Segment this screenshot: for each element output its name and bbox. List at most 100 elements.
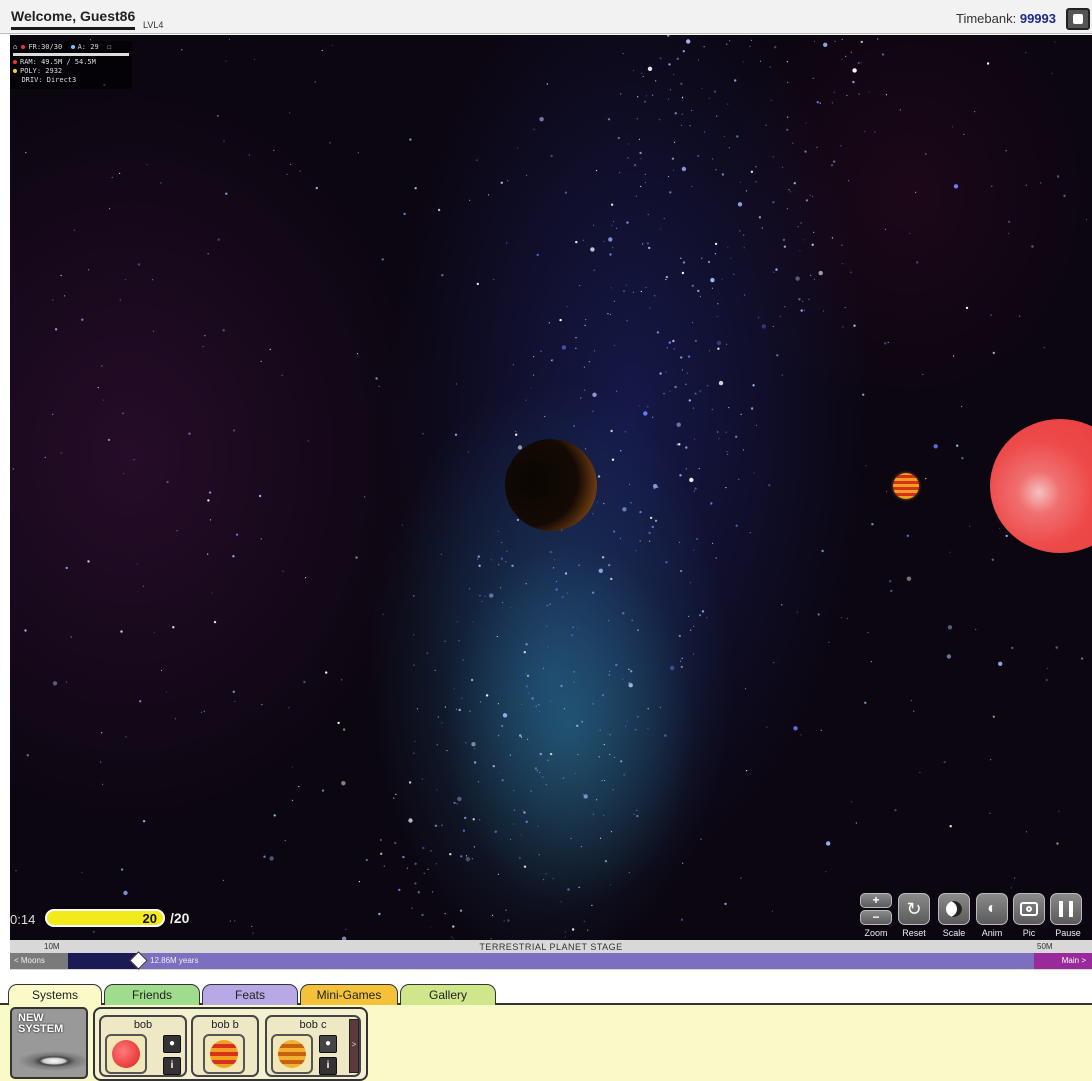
tab-mini-games[interactable]: Mini-Games [300,984,398,1005]
new-system-button[interactable]: NEW SYSTEM [10,1007,88,1079]
zoom-in-button[interactable]: + [860,893,892,908]
star [877,38,879,40]
timeline-next-button[interactable]: Main > [1034,953,1092,969]
star [682,261,686,264]
star [610,577,613,581]
star [992,351,995,355]
system-card-bob-b[interactable]: bob b [191,1015,259,1077]
star [697,59,700,61]
star [592,703,594,705]
star [640,185,642,188]
system-view-button[interactable]: ● [163,1035,181,1053]
star [776,354,779,357]
anim-button[interactable]: ◐ [976,893,1008,925]
star [725,487,727,489]
star [122,473,125,475]
star [469,199,471,201]
star [645,286,647,289]
star [670,665,675,671]
star [622,52,624,55]
systems-scroll-button[interactable]: > [349,1019,359,1073]
star [628,871,630,874]
star [625,725,627,727]
star [64,295,66,297]
planet-striped[interactable] [893,473,919,499]
system-card-bob-c[interactable]: bob c ● i [265,1015,361,1077]
system-info-button[interactable]: i [163,1057,181,1075]
star [736,135,739,138]
zoom-out-button[interactable]: − [860,910,892,925]
welcome-underline [11,27,135,30]
star [123,890,128,896]
pause-button[interactable] [1050,893,1082,925]
star [726,43,728,45]
star [701,257,703,259]
space-viewport[interactable]: ⌂ FR:30/30 A: 29 ☐ RAM: 49.5M / 54.5M PO… [10,35,1092,940]
system-thumbnail[interactable] [203,1034,245,1074]
star [207,499,210,502]
star [636,809,638,812]
star [913,710,915,712]
star [699,295,702,298]
star [468,588,470,590]
star [54,328,58,331]
star [864,130,866,132]
star [52,681,58,686]
star-thumbnail [112,1040,140,1068]
star [381,258,384,261]
system-card-bob[interactable]: bob ● i [99,1015,187,1077]
star [479,701,481,703]
star [678,634,681,638]
star [800,222,802,224]
star [626,320,628,322]
pic-button[interactable] [1013,893,1045,925]
star [726,451,728,453]
planet-icon: ● [324,1038,332,1049]
anim-icon: ◐ [987,900,997,917]
star [884,342,887,345]
system-thumbnail[interactable] [105,1034,147,1074]
star [506,550,508,552]
tab-systems[interactable]: Systems [8,984,102,1007]
star [626,720,628,723]
star [611,458,615,461]
star [1025,831,1028,833]
star [725,431,727,433]
star [596,799,598,801]
star [331,44,333,46]
star [680,665,683,669]
scale-button[interactable] [938,893,970,925]
star [808,298,810,300]
star [674,141,676,143]
star [440,553,442,555]
star [515,433,518,436]
welcome-text[interactable]: Welcome, Guest86 [11,8,135,24]
reset-icon: ↻ [906,898,922,919]
star [610,831,613,833]
system-view-button[interactable]: ● [319,1035,337,1053]
star [755,166,757,168]
system-info-button[interactable]: i [319,1057,337,1075]
tab-friends[interactable]: Friends [104,984,200,1005]
star [560,901,562,903]
star [682,95,684,97]
tab-feats[interactable]: Feats [202,984,298,1005]
star [933,444,938,449]
fullscreen-button[interactable] [1066,8,1090,30]
star [551,551,553,553]
timeline-track[interactable]: 12.86M years [68,951,1034,970]
system-thumbnail[interactable] [271,1034,313,1074]
star [743,234,745,236]
star [840,617,843,619]
star [691,109,693,111]
star [225,60,227,62]
star [453,688,455,690]
timeline-prev-button[interactable]: < Moons [10,953,68,969]
planet-dark[interactable] [505,439,597,531]
star [422,433,424,435]
star [109,208,111,210]
reset-button[interactable]: ↻ [898,893,930,925]
tab-gallery[interactable]: Gallery [400,984,496,1005]
star [612,530,616,533]
star [289,112,291,114]
